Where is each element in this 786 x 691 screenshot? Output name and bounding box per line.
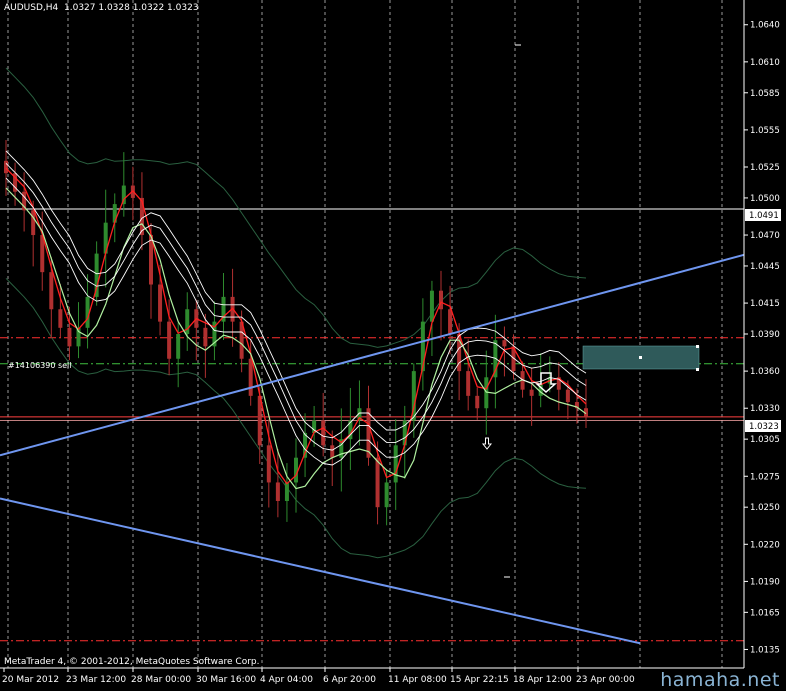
- candle-body: [529, 389, 534, 396]
- candle-body: [429, 290, 434, 322]
- y-tick-label: 1.0330: [750, 404, 780, 414]
- x-tick-label: 20 Mar 2012: [2, 675, 59, 685]
- candle-body: [393, 445, 398, 483]
- x-tick-label: 18 Apr 12:00: [513, 675, 572, 685]
- candle-body: [565, 389, 570, 403]
- y-tick-label: 1.0640: [750, 21, 780, 31]
- y-tick-label: 1.0500: [750, 194, 780, 204]
- y-tick-label: 1.0445: [750, 262, 780, 272]
- zone-handle[interactable]: [696, 368, 699, 371]
- copyright-text: MetaTrader 4, © 2001-2012, MetaQuotes So…: [4, 657, 260, 667]
- candle-body: [4, 160, 8, 174]
- watermark: hamaha.net: [660, 669, 780, 691]
- y-tick-label: 1.0555: [750, 126, 780, 136]
- candle-body: [384, 482, 389, 508]
- candle-body: [49, 272, 54, 310]
- candle-body: [58, 309, 63, 328]
- candle-body: [284, 482, 289, 501]
- trade-label: #14106390 sell: [8, 361, 72, 370]
- y-tick-label: 1.0585: [750, 89, 780, 99]
- x-tick-label: 4 Apr 04:00: [260, 675, 313, 685]
- candle-body: [475, 395, 480, 409]
- y-tick-label: 1.0190: [750, 577, 780, 587]
- candle-body: [366, 408, 371, 458]
- x-tick-label: 23 Mar 12:00: [66, 675, 126, 685]
- candle-body: [375, 457, 380, 508]
- y-tick-label: 1.0250: [750, 503, 780, 513]
- candle-body: [67, 327, 72, 347]
- y-tick-label: 1.0610: [750, 58, 780, 68]
- ohlc-label: 1.0327 1.0328 1.0322 1.0323: [64, 3, 199, 13]
- y-tick-label: 1.0220: [750, 540, 780, 550]
- candle-body: [176, 334, 181, 359]
- y-tick-label: 1.0360: [750, 367, 780, 377]
- candle-body: [448, 309, 453, 334]
- candle-body: [31, 210, 36, 236]
- x-tick-label: 6 Apr 20:00: [323, 675, 376, 685]
- candle-body: [330, 445, 335, 458]
- symbol-label: AUDUSD,H4: [4, 3, 59, 13]
- x-tick-label: 23 Apr 00:00: [576, 675, 635, 685]
- candle-body: [158, 284, 163, 322]
- marked-price-label: 1.0491: [749, 211, 779, 221]
- candle-body: [203, 327, 208, 347]
- y-tick-label: 1.0470: [750, 231, 780, 241]
- y-tick-label: 1.0305: [750, 435, 780, 445]
- candle-body: [321, 420, 326, 446]
- x-tick-label: 30 Mar 16:00: [196, 675, 256, 685]
- candle-body: [294, 457, 298, 483]
- y-tick-label: 1.0165: [750, 608, 780, 618]
- candle-body: [502, 340, 507, 347]
- y-tick-label: 1.0135: [750, 645, 780, 655]
- x-tick-label: 28 Mar 00:00: [131, 675, 191, 685]
- y-tick-label: 1.0275: [750, 472, 780, 482]
- x-tick-label: 11 Apr 08:00: [388, 675, 447, 685]
- y-tick-label: 1.0415: [750, 299, 780, 309]
- candle-body: [167, 321, 172, 359]
- candle-body: [266, 445, 271, 483]
- y-tick-label: 1.0525: [750, 163, 780, 173]
- candle-body: [275, 482, 280, 501]
- zone-handle[interactable]: [696, 345, 699, 348]
- candle-body: [248, 358, 253, 396]
- current-price-label: 1.0323: [749, 422, 779, 432]
- x-tick-label: 15 Apr 22:15: [450, 675, 509, 685]
- price-chart: #14106390 sell 1.0640 1.0610 1.0585 1.0555 1…: [0, 0, 786, 691]
- y-tick-label: 1.0390: [750, 330, 780, 340]
- candle-body: [466, 371, 471, 396]
- chart-header: AUDUSD,H4 1.0327 1.0328 1.0322 1.0323: [4, 3, 199, 13]
- zone-handle[interactable]: [639, 356, 642, 359]
